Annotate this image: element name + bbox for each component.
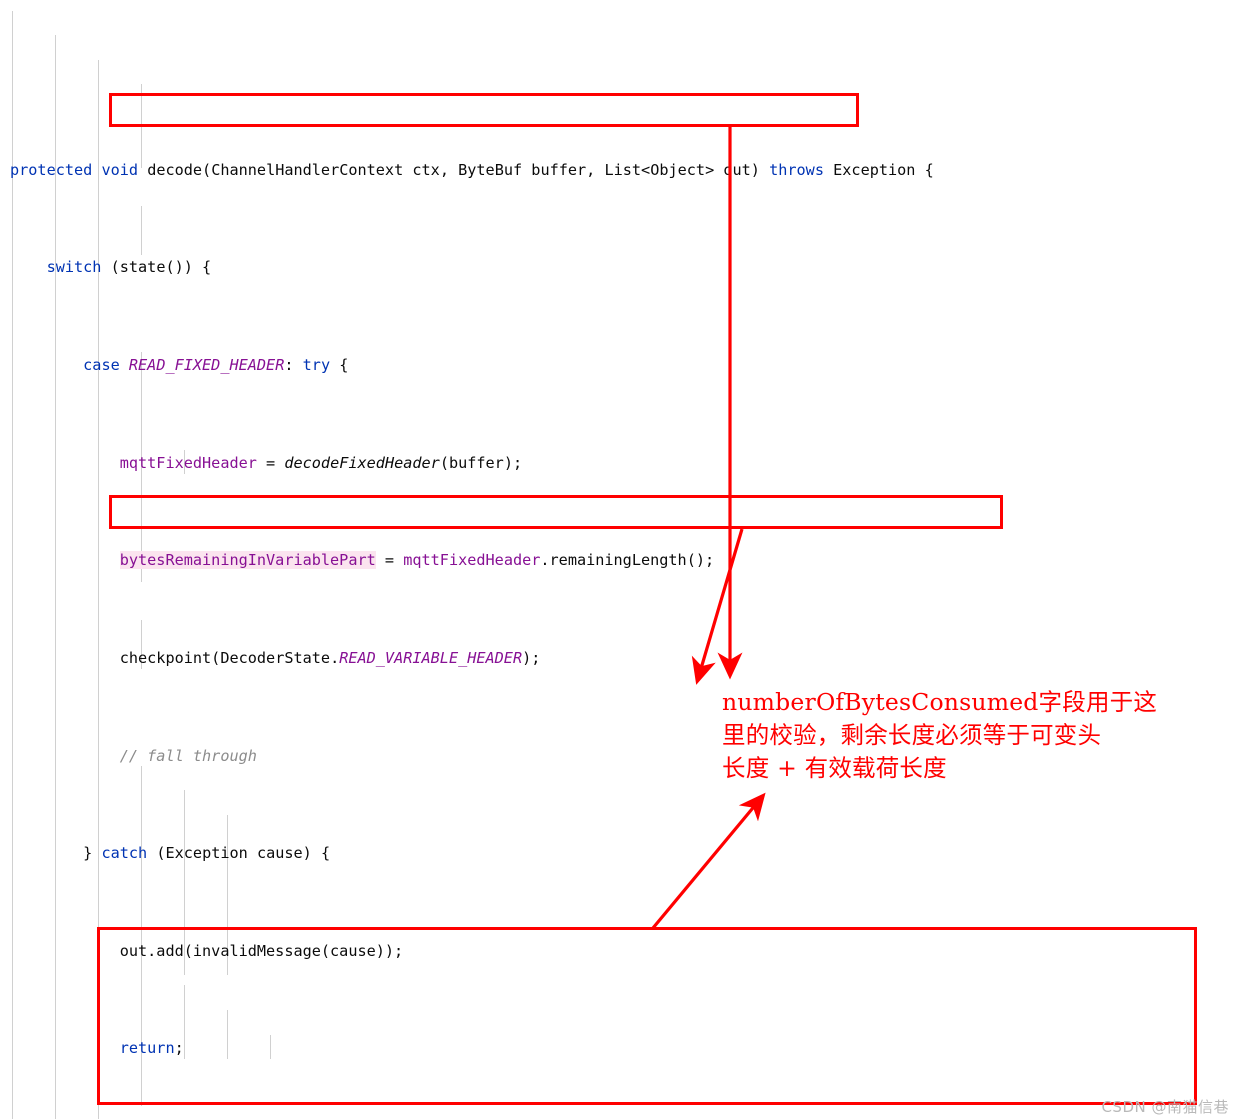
code-line[interactable]: // fall through bbox=[0, 744, 1237, 768]
code-line[interactable]: mqttFixedHeader = decodeFixedHeader(buff… bbox=[0, 451, 1237, 475]
csdn-watermark: CSDN @南猫信巷 bbox=[1101, 1098, 1229, 1116]
screenshot-root: protected void decode(ChannelHandlerCont… bbox=[0, 0, 1237, 1119]
code-line[interactable]: } catch (Exception cause) { bbox=[0, 841, 1237, 865]
code-line[interactable]: switch (state()) { bbox=[0, 255, 1237, 279]
code-editor[interactable]: protected void decode(ChannelHandlerCont… bbox=[0, 0, 1237, 1119]
code-line[interactable]: case READ_FIXED_HEADER: try { bbox=[0, 353, 1237, 377]
code-line[interactable]: checkpoint(DecoderState.READ_VARIABLE_HE… bbox=[0, 646, 1237, 670]
indent-guide-4 bbox=[141, 84, 142, 168]
code-line[interactable]: bytesRemainingInVariablePart = mqttFixed… bbox=[0, 548, 1237, 572]
code-line[interactable]: return; bbox=[0, 1036, 1237, 1060]
code-line[interactable]: protected void decode(ChannelHandlerCont… bbox=[0, 158, 1237, 182]
indent-guide-5 bbox=[141, 206, 142, 255]
code-line[interactable]: out.add(invalidMessage(cause)); bbox=[0, 939, 1237, 963]
